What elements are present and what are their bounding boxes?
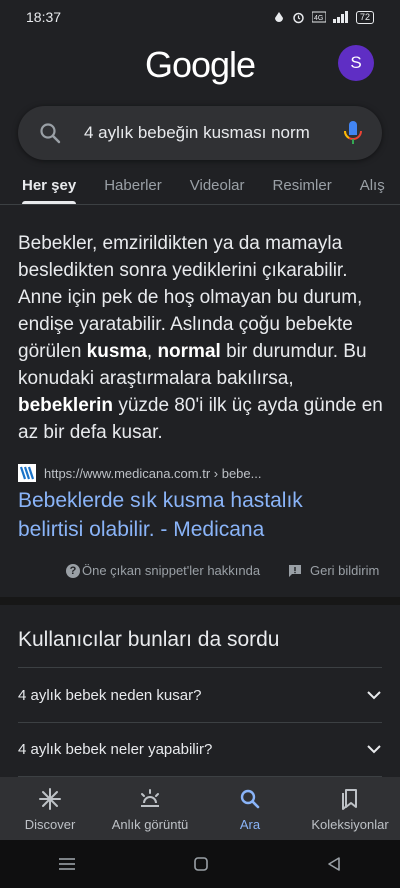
tabs-divider (0, 204, 400, 205)
volte-icon: 4G (311, 11, 326, 23)
asterisk-icon (39, 788, 61, 810)
nav-collections[interactable]: Koleksiyonlar (302, 777, 398, 832)
nav-snapshot[interactable]: Anlık görüntü (102, 777, 198, 832)
mic-icon[interactable] (342, 120, 364, 146)
nav-snapshot-label: Anlık görüntü (111, 817, 189, 832)
system-navigation-bar (0, 840, 400, 888)
battery-icon: 72 (355, 10, 374, 24)
nav-collections-label: Koleksiyonlar (311, 817, 389, 832)
section-separator (0, 597, 400, 605)
medicana-favicon-icon (18, 464, 36, 482)
nav-discover-label: Discover (24, 817, 76, 832)
paa-question-1[interactable]: 4 aylık bebek neden kusar? (18, 668, 382, 722)
bottom-navigation: Discover Anlık görüntü Ara Koleksiyonlar (0, 777, 400, 840)
feedback-label: Geri bildirim (310, 563, 380, 578)
search-tabs: Her şey Haberler Videolar Resimler Alış (0, 172, 400, 204)
result-title-link[interactable]: Bebeklerde sık kusma hastalık belirtisi … (18, 486, 358, 544)
paa-question-text: 4 aylık bebek neden kusar? (18, 686, 202, 704)
data-saver-icon (274, 12, 283, 22)
nav-search[interactable]: Ara (202, 777, 298, 832)
nav-search-label: Ara (239, 817, 261, 832)
snippet-bold: normal (157, 341, 221, 362)
about-snippets-link[interactable]: ? Öne çıkan snippet'ler hakkında (66, 563, 260, 578)
status-time: 18:37 (26, 9, 62, 25)
bookmarks-icon (342, 789, 357, 810)
featured-snippet-text: Bebekler, emzirildikten ya da mamayla be… (18, 230, 384, 446)
snippet-bold: kusma (86, 341, 147, 362)
paa-question-text: 4 aylık bebek neler yapabilir? (18, 740, 213, 758)
chevron-down-icon[interactable] (366, 690, 382, 700)
feedback-link[interactable]: Geri bildirim (288, 563, 379, 578)
tab-images[interactable]: Resimler (273, 172, 332, 204)
alarm-icon (293, 12, 304, 23)
result-source[interactable]: https://www.medicana.com.tr › bebe... (18, 462, 384, 484)
snippet-bold: bebeklerin (18, 395, 114, 416)
status-icons: 4G 72 (273, 10, 374, 24)
back-icon[interactable] (326, 856, 342, 872)
snippet-footer: ? Öne çıkan snippet'ler hakkında Geri bi… (0, 560, 400, 584)
status-bar: 18:37 4G 72 (0, 0, 400, 34)
paa-question-2[interactable]: 4 aylık bebek neler yapabilir? (18, 722, 382, 776)
search-icon[interactable] (38, 121, 62, 145)
tab-videos[interactable]: Videolar (190, 172, 245, 204)
home-icon[interactable] (193, 856, 209, 872)
account-avatar[interactable]: S (338, 45, 374, 81)
search-icon (240, 789, 260, 809)
tab-shopping[interactable]: Alış (360, 172, 385, 204)
tab-news[interactable]: Haberler (104, 172, 162, 204)
about-snippets-label: Öne çıkan snippet'ler hakkında (82, 563, 261, 578)
people-also-ask-title: Kullanıcılar bunları da sordu (18, 628, 280, 651)
feedback-icon (289, 564, 301, 577)
search-input[interactable]: 4 aylık bebeğin kusması norm (84, 123, 342, 143)
snippet-part: , (146, 341, 158, 362)
help-icon: ? (66, 563, 80, 578)
nav-discover[interactable]: Discover (2, 777, 98, 832)
chevron-down-icon[interactable] (366, 744, 382, 754)
svg-text:4G: 4G (314, 15, 323, 22)
tab-all[interactable]: Her şey (22, 172, 77, 204)
menu-icon[interactable] (58, 857, 76, 871)
sunrise-icon (141, 789, 159, 807)
result-url[interactable]: https://www.medicana.com.tr › bebe... (44, 466, 261, 481)
signal-icon (332, 11, 348, 23)
search-box[interactable]: 4 aylık bebeğin kusması norm (18, 106, 382, 160)
